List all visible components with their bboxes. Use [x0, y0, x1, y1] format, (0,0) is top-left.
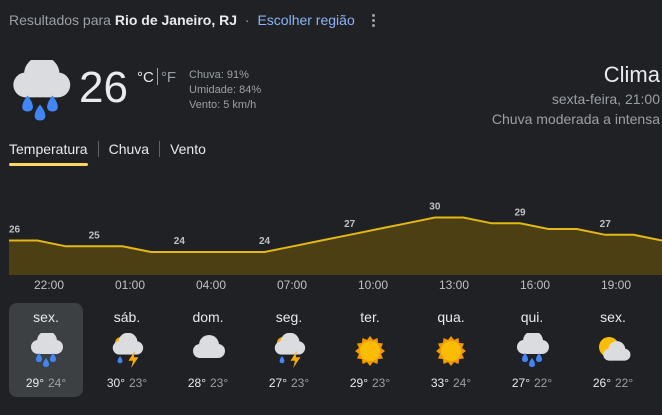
more-options-icon[interactable]: [366, 10, 380, 30]
location-separator: ·: [244, 12, 250, 28]
change-region-link[interactable]: Escolher região: [257, 12, 354, 28]
forecast-high: 30°: [106, 376, 125, 390]
forecast-day-name: sáb.: [113, 309, 141, 325]
temperature-label: 27: [344, 219, 356, 230]
temperature-label: 25: [89, 230, 101, 241]
time-tick-label: 22:00: [33, 278, 65, 292]
forecast-low: 22°: [615, 376, 634, 390]
thunderstorm-icon: [109, 332, 145, 369]
forecast-day-name: ter.: [360, 309, 380, 325]
tab-temperatura[interactable]: Temperatura: [9, 139, 88, 166]
temperature-label: 26: [9, 225, 21, 236]
sun-icon: [352, 333, 388, 369]
sun-icon: [433, 333, 469, 369]
time-tick-label: 10:00: [357, 278, 389, 292]
forecast-day-name: qua.: [437, 309, 465, 325]
time-tick-label: 01:00: [114, 278, 146, 292]
temperature-label: 24: [259, 236, 271, 247]
forecast-temps: 27° 23°: [269, 376, 309, 390]
forecast-day-name: sex.: [600, 309, 626, 325]
forecast-high: 26°: [592, 376, 611, 390]
cloud-icon: [190, 333, 226, 369]
daily-forecast: sex. 29° 24° sáb. 30° 23° dom. 28° 23° seg. 27…: [9, 303, 657, 397]
forecast-day-name: dom.: [192, 309, 224, 325]
thunderstorm-icon: [271, 332, 307, 369]
forecast-day[interactable]: qua. 33° 24°: [414, 303, 488, 397]
forecast-temps: 30° 23°: [107, 376, 147, 390]
forecast-high: 29°: [25, 376, 44, 390]
time-tick-label: 13:00: [438, 278, 470, 292]
forecast-high: 27°: [268, 376, 287, 390]
forecast-temps: 28° 23°: [188, 376, 228, 390]
forecast-day-name: sex.: [33, 309, 59, 325]
wind-text: Vento: 5 km/h: [189, 99, 257, 111]
forecast-high: 33°: [430, 376, 449, 390]
temperature-label: 24: [174, 236, 186, 247]
location-line: Resultados para Rio de Janeiro, RJ · Esc…: [9, 12, 355, 28]
unit-celsius-button[interactable]: °C: [137, 69, 154, 86]
weather-title: Clima: [603, 62, 660, 87]
forecast-temps: 29° 24°: [26, 376, 66, 390]
forecast-day[interactable]: sex. 26° 22°: [576, 303, 650, 397]
rain-cloud-icon: [28, 331, 64, 369]
forecast-day[interactable]: qui. 27° 22°: [495, 303, 569, 397]
tab-vento[interactable]: Vento: [170, 139, 206, 166]
forecast-temps: 29° 23°: [350, 376, 390, 390]
forecast-day[interactable]: ter. 29° 23°: [333, 303, 407, 397]
chart-time-axis: 22:00 01:00 04:00 07:00 10:00 13:00 16:00 19:00: [0, 278, 662, 292]
forecast-day-name: qui.: [520, 309, 544, 325]
temperature-label: 30: [429, 202, 441, 213]
forecast-low: 23°: [372, 376, 391, 390]
weather-datetime: sexta-feira, 21:00: [551, 91, 660, 107]
forecast-day[interactable]: seg. 27° 23°: [252, 303, 326, 397]
forecast-day[interactable]: sex. 29° 24°: [9, 303, 83, 397]
forecast-low: 22°: [534, 376, 553, 390]
current-details: Chuva: 91% Umidade: 84% Vento: 5 km/h: [189, 68, 261, 113]
forecast-low: 24°: [48, 376, 67, 390]
unit-fahrenheit-button[interactable]: °F: [161, 69, 176, 86]
chart-tabs: Temperatura Chuva Vento: [9, 139, 206, 166]
temperature-label: 27: [600, 219, 612, 230]
temperature-label: 29: [514, 207, 526, 218]
time-tick-label: 19:00: [600, 278, 632, 292]
partly-cloudy-icon: [595, 333, 631, 369]
forecast-high: 27°: [511, 376, 530, 390]
location-city: Rio de Janeiro, RJ: [114, 12, 237, 28]
time-tick-label: 16:00: [519, 278, 551, 292]
location-prefix: Resultados para: [9, 12, 111, 28]
weather-condition: Chuva moderada a intensa: [491, 111, 660, 127]
forecast-day[interactable]: sáb. 30° 23°: [90, 303, 164, 397]
forecast-day[interactable]: dom. 28° 23°: [171, 303, 245, 397]
humidity-text: Umidade: 84%: [189, 84, 262, 96]
forecast-temps: 27° 22°: [512, 376, 552, 390]
current-weather-icon: [8, 56, 72, 124]
weather-summary: Clima sexta-feira, 21:00 Chuva moderada …: [492, 61, 660, 129]
unit-switcher: °C °F: [137, 68, 176, 86]
tab-chuva[interactable]: Chuva: [109, 139, 149, 166]
time-tick-label: 07:00: [276, 278, 308, 292]
current-temperature: 26: [79, 63, 128, 112]
forecast-low: 23°: [291, 376, 310, 390]
forecast-high: 28°: [187, 376, 206, 390]
forecast-low: 23°: [210, 376, 229, 390]
rain-cloud-icon: [514, 331, 550, 369]
forecast-low: 23°: [129, 376, 148, 390]
precipitation-text: Chuva: 91%: [189, 69, 249, 81]
forecast-high: 29°: [349, 376, 368, 390]
forecast-day-name: seg.: [275, 309, 303, 325]
temperature-chart: 26 25 24 24 27 30 29 27: [9, 202, 662, 275]
forecast-low: 24°: [453, 376, 472, 390]
forecast-temps: 26° 22°: [593, 376, 633, 390]
forecast-temps: 33° 24°: [431, 376, 471, 390]
time-tick-label: 04:00: [195, 278, 227, 292]
